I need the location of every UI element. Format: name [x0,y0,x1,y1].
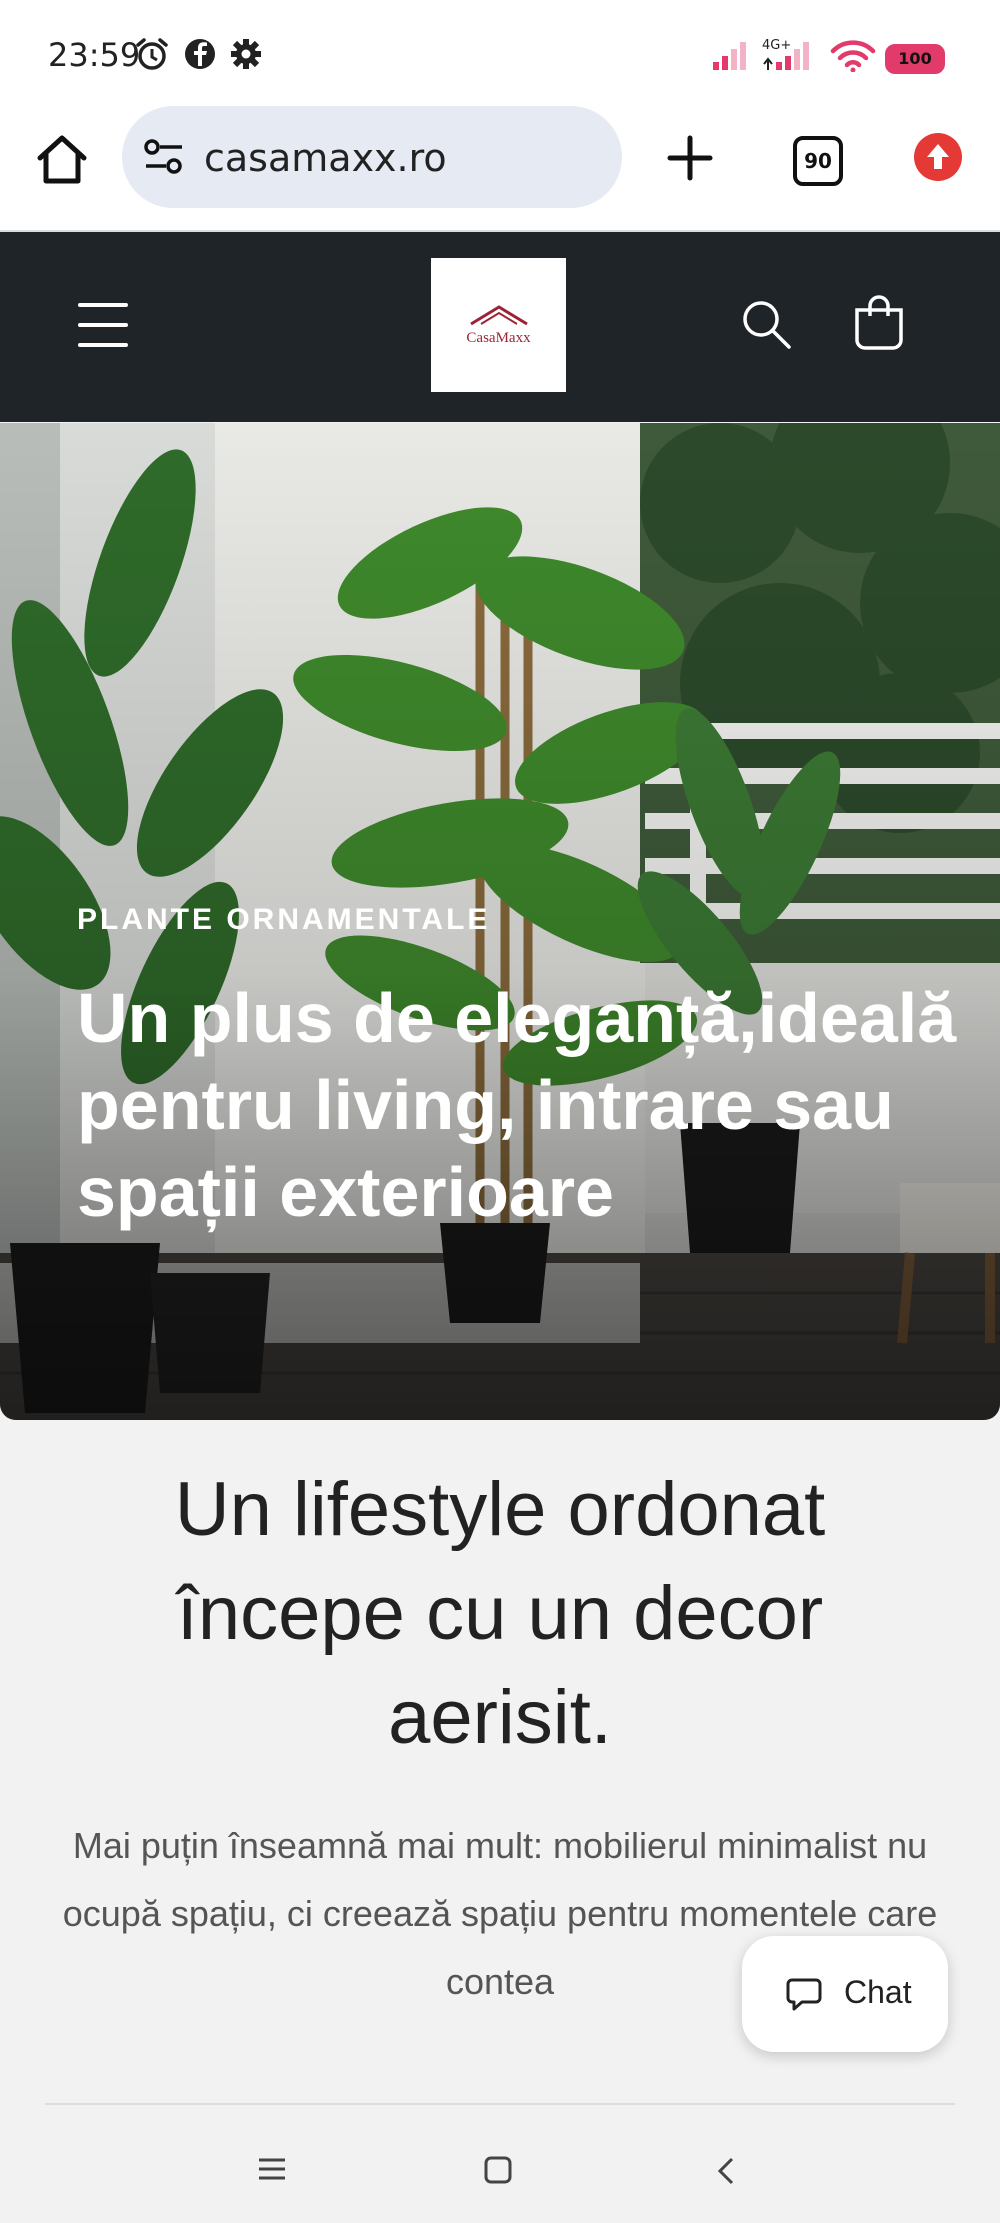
new-tab-icon[interactable] [666,134,714,182]
logo-roof-icon [470,305,528,326]
tabs-icon[interactable]: 90 [793,136,843,186]
update-icon[interactable] [914,133,962,181]
status-time: 23:59 [48,36,141,74]
hero-eyebrow: PLANTE ORNAMENTALE [77,903,491,936]
battery-icon: 100 [885,44,945,74]
signal-icon [713,42,746,70]
recent-apps-icon[interactable] [258,2158,286,2180]
wifi-icon [830,40,876,72]
chat-button[interactable]: Chat [742,1936,948,2052]
site-logo[interactable]: CasaMaxx [431,258,566,392]
site-settings-icon[interactable] [142,138,186,176]
alarm-icon [136,38,168,70]
lifestyle-heading: Un lifestyle ordonat începe cu un decor … [174,1467,826,1760]
signal-icon-2 [763,42,809,70]
system-navigation-bar [0,2108,1000,2223]
tab-count: 90 [804,149,832,173]
back-icon[interactable] [716,2156,736,2186]
divider [45,2103,955,2105]
url-text[interactable]: casamaxx.ro [204,136,447,180]
logo-text: CasaMaxx [466,330,531,346]
search-icon[interactable] [740,298,792,350]
hero-title: Un plus de eleganță,ideală pentru living… [77,979,957,1231]
home-nav-icon[interactable] [484,2156,512,2184]
chat-bubble-icon [786,1978,822,2011]
menu-icon[interactable] [78,302,128,348]
facebook-icon [185,39,215,69]
status-bar: 23:59 4G+ 100 [0,0,1000,110]
cart-icon[interactable] [852,294,906,352]
battery-level: 100 [898,49,932,68]
arrow-up-icon [927,144,949,169]
chat-label: Chat [844,1974,912,2010]
home-icon[interactable] [34,132,90,186]
settings-icon [231,39,261,69]
